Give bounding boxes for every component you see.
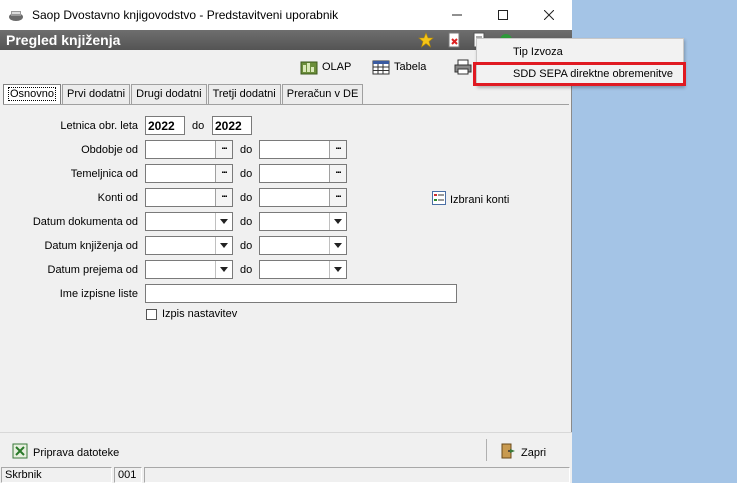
highlight-box (473, 62, 686, 86)
menu-item-tip-izvoza[interactable]: Tip Izvoza (477, 42, 683, 62)
minimize-icon (452, 10, 462, 20)
izbrani-konti-button[interactable]: Izbrani konti (432, 191, 509, 208)
picker-ellipsis-icon[interactable]: ... (329, 189, 346, 206)
chevron-down-icon[interactable] (329, 237, 346, 254)
chevron-down-icon[interactable] (215, 237, 232, 254)
app-icon (8, 8, 24, 22)
tab-strip: Osnovno Prvi dodatni Drugi dodatni Tretj… (3, 84, 364, 105)
maximize-button[interactable] (480, 0, 526, 30)
picker-ellipsis-icon[interactable]: ... (215, 165, 232, 182)
window-title: Saop Dvostavno knjigovodstvo - Predstavi… (32, 8, 339, 22)
obdobje-label: Obdobje od (81, 144, 138, 156)
tab-preracun-v-de[interactable]: Preračun v DE (281, 84, 364, 104)
ime-izpisne-label: Ime izpisne liste (59, 288, 138, 300)
datum-knjizenja-to-field[interactable] (259, 236, 347, 255)
olap-label: OLAP (322, 61, 352, 73)
olap-button[interactable]: OLAP (300, 58, 351, 76)
do-label: do (240, 216, 253, 228)
printer-icon (454, 59, 472, 75)
tab-label: Drugi dodatni (136, 88, 202, 100)
tab-label: Osnovno (8, 87, 57, 101)
tab-tretji-dodatni[interactable]: Tretji dodatni (207, 84, 281, 104)
datum-knjizenja-from-field[interactable] (145, 236, 233, 255)
chevron-down-icon[interactable] (329, 261, 346, 278)
tabela-button[interactable]: Tabela (372, 58, 426, 76)
izpis-nastavitev-label: Izpis nastavitev (162, 308, 238, 320)
status-bar: Skrbnik 001 (0, 466, 572, 483)
temeljnica-label: Temeljnica od (70, 168, 138, 180)
izpis-nastavitev-checkbox[interactable] (146, 309, 157, 320)
table-icon (372, 60, 390, 75)
do-label: do (240, 168, 253, 180)
form-title: Pregled knjiženja (6, 32, 121, 48)
minimize-button[interactable] (434, 0, 480, 30)
do-label: do (240, 264, 253, 276)
priprava-label: Priprava datoteke (33, 446, 120, 459)
priprava-datoteke-button[interactable]: Priprava datoteke (12, 443, 119, 462)
obdobje-from-field[interactable]: ... (145, 140, 233, 159)
tab-label: Tretji dodatni (212, 88, 276, 100)
maximize-icon (498, 10, 508, 20)
do-label: do (240, 192, 253, 204)
datum-knjizenja-label: Datum knjiženja od (44, 240, 138, 252)
tab-osnovno[interactable]: Osnovno (3, 84, 62, 105)
status-message (144, 467, 570, 483)
zapri-button[interactable]: Zapri (500, 443, 546, 462)
temeljnica-from-field[interactable]: ... (145, 164, 233, 183)
datum-dokumenta-label: Datum dokumenta od (32, 216, 138, 228)
close-icon (544, 10, 554, 20)
picker-ellipsis-icon[interactable]: ... (329, 141, 346, 158)
konti-label: Konti od (97, 192, 138, 204)
datum-prejema-label: Datum prejema od (47, 264, 139, 276)
do-label: do (240, 144, 253, 156)
zapri-label: Zapri (521, 446, 547, 459)
document-delete-icon[interactable] (446, 32, 462, 48)
konti-to-field[interactable]: ... (259, 188, 347, 207)
letnica-from-field[interactable]: 2022 (145, 116, 185, 135)
checklist-icon (432, 191, 446, 208)
obdobje-to-field[interactable]: ... (259, 140, 347, 159)
star-icon[interactable] (418, 32, 434, 48)
izbrani-konti-label: Izbrani konti (450, 193, 510, 206)
tab-prvi-dodatni[interactable]: Prvi dodatni (62, 84, 131, 104)
letnica-label: Letnica obr. leta (60, 120, 138, 132)
picker-ellipsis-icon[interactable]: ... (329, 165, 346, 182)
konti-from-field[interactable]: ... (145, 188, 233, 207)
datum-dokumenta-from-field[interactable] (145, 212, 233, 231)
do-label: do (240, 240, 253, 252)
picker-ellipsis-icon[interactable]: ... (215, 189, 232, 206)
datum-prejema-from-field[interactable] (145, 260, 233, 279)
tab-drugi-dodatni[interactable]: Drugi dodatni (131, 84, 207, 104)
status-code: 001 (114, 467, 142, 483)
exit-door-icon (500, 443, 516, 462)
chevron-down-icon[interactable] (215, 261, 232, 278)
olap-icon (300, 59, 318, 75)
letnica-to-field[interactable]: 2022 (212, 116, 252, 135)
do-label: do (192, 120, 205, 132)
ime-izpisne-field[interactable] (145, 284, 457, 303)
chevron-down-icon[interactable] (329, 213, 346, 230)
datum-dokumenta-to-field[interactable] (259, 212, 347, 231)
excel-file-icon (12, 443, 28, 462)
tabela-label: Tabela (394, 61, 427, 73)
temeljnica-to-field[interactable]: ... (259, 164, 347, 183)
tab-label: Prvi dodatni (67, 88, 126, 100)
title-bar: Saop Dvostavno knjigovodstvo - Predstavi… (0, 0, 572, 30)
picker-ellipsis-icon[interactable]: ... (215, 141, 232, 158)
status-user: Skrbnik (1, 467, 112, 483)
datum-prejema-to-field[interactable] (259, 260, 347, 279)
tab-label: Preračun v DE (286, 88, 359, 100)
print-button[interactable] (454, 58, 472, 76)
bottom-bar: Priprava datoteke Zapri (0, 432, 572, 466)
chevron-down-icon[interactable] (215, 213, 232, 230)
close-button[interactable] (526, 0, 572, 30)
separator (486, 439, 487, 461)
